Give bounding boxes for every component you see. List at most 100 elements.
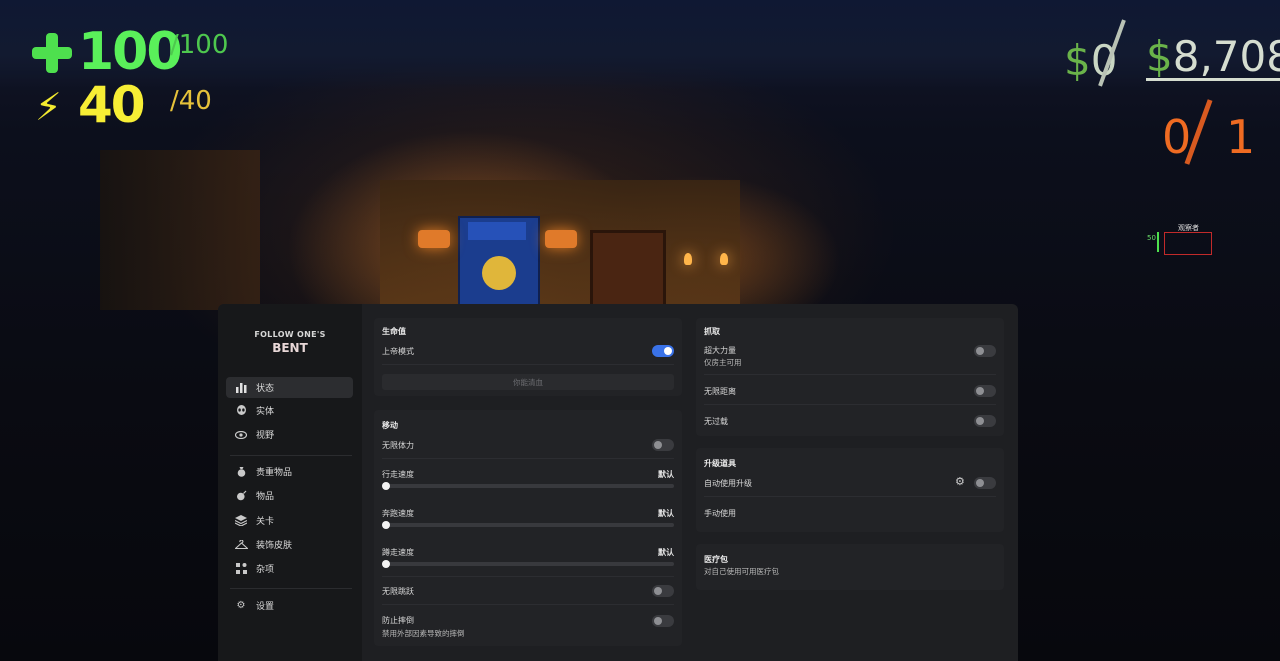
crouch-speed-label: 蹲走速度 xyxy=(382,548,414,557)
row-divider xyxy=(382,576,674,577)
stamina-bolt-icon: ⚡ xyxy=(35,85,62,129)
extraction-total: 1 xyxy=(1226,110,1256,164)
row-divider xyxy=(382,364,674,365)
super-strength-toggle[interactable] xyxy=(974,345,996,357)
lamp-left xyxy=(418,230,450,248)
sidebar-item-label: 装饰皮肤 xyxy=(256,541,293,551)
sidebar-divider xyxy=(230,455,352,456)
health-max: /100 xyxy=(170,30,229,60)
sprint-speed-value: 默认 xyxy=(658,509,674,518)
sprint-speed-label: 奔跑速度 xyxy=(382,509,414,518)
god-mode-toggle[interactable] xyxy=(652,345,674,357)
money-goal-value: 8,708 xyxy=(1172,32,1280,81)
infinite-stamina-label: 无限体力 xyxy=(382,441,414,450)
crouch-speed-slider-handle[interactable] xyxy=(382,560,390,568)
medkit-section[interactable]: 医疗包 对自己使用可用医疗包 xyxy=(696,544,1004,590)
sidebar-divider xyxy=(230,588,352,589)
row-divider xyxy=(704,404,996,405)
dollar-sign: $ xyxy=(1146,32,1173,81)
sidebar-item-misc[interactable]: 杂项 xyxy=(226,558,353,579)
manual-use-button[interactable]: 手动使用 xyxy=(704,508,736,519)
wall-sconce xyxy=(684,253,692,265)
stamina-max: /40 xyxy=(170,86,212,116)
arcade-screen xyxy=(468,222,526,240)
money-bag-icon xyxy=(234,465,248,479)
sidebar-item-label: 视野 xyxy=(256,431,275,441)
super-strength-description: 仅房主可用 xyxy=(704,358,742,367)
layers-icon xyxy=(234,514,248,528)
no-overload-label: 无过载 xyxy=(704,417,728,426)
sidebar-item-entities[interactable]: 实体 xyxy=(226,400,353,421)
row-divider xyxy=(704,374,996,375)
row-divider xyxy=(704,496,996,497)
walk-speed-slider-handle[interactable] xyxy=(382,482,390,490)
sidebar-item-skins[interactable]: 装饰皮肤 xyxy=(226,534,353,555)
brand: FOLLOW ONE'S BENT xyxy=(218,330,362,355)
sidebar-item-label: 物品 xyxy=(256,492,275,502)
super-strength-label: 超大力量 xyxy=(704,346,736,355)
heal-button[interactable]: 你能清血 xyxy=(382,374,674,390)
health-value: 100 xyxy=(78,22,183,82)
sidebar-item-valuables[interactable]: 贵重物品 xyxy=(226,461,353,482)
minimap-value: 50 xyxy=(1147,234,1156,242)
sidebar-item-settings[interactable]: ⚙ 设置 xyxy=(226,595,353,616)
medkit-description: 对自己使用可用医疗包 xyxy=(704,567,779,576)
no-knockdown-label: 防止摔倒 xyxy=(382,616,414,625)
god-mode-label: 上帝模式 xyxy=(382,347,414,356)
misc-icon xyxy=(234,562,248,576)
money-goal: $8,708 xyxy=(1146,36,1280,81)
lamp-right xyxy=(545,230,577,248)
brand-line2: BENT xyxy=(272,341,308,355)
crouch-speed-slider[interactable] xyxy=(382,562,674,566)
infinite-jump-toggle[interactable] xyxy=(652,585,674,597)
eye-icon xyxy=(234,428,248,442)
sidebar-item-status[interactable]: 状态 xyxy=(226,377,353,398)
section-title: 抓取 xyxy=(704,327,720,336)
grab-section: 抓取 超大力量 仅房主可用 无限距离 无过载 xyxy=(696,318,1004,436)
sprint-speed-slider[interactable] xyxy=(382,523,674,527)
no-overload-toggle[interactable] xyxy=(974,415,996,427)
infinite-stamina-toggle[interactable] xyxy=(652,439,674,451)
gear-icon: ⚙ xyxy=(236,600,246,611)
gear-icon[interactable]: ⚙ xyxy=(955,475,965,488)
no-knockdown-toggle[interactable] xyxy=(652,615,674,627)
infinite-range-label: 无限距离 xyxy=(704,387,736,396)
sidebar-item-label: 设置 xyxy=(256,602,275,612)
sidebar-item-label: 实体 xyxy=(256,407,275,417)
hanger-icon xyxy=(234,538,248,552)
health-plus-icon xyxy=(32,33,72,73)
walk-speed-slider[interactable] xyxy=(382,484,674,488)
arcade-machine xyxy=(458,216,540,308)
section-title: 生命值 xyxy=(382,327,406,336)
row-divider xyxy=(382,604,674,605)
crouch-speed-value: 默认 xyxy=(658,548,674,557)
wooden-door xyxy=(590,230,666,311)
row-divider xyxy=(382,458,674,459)
arcade-face-icon xyxy=(482,256,516,290)
menu-sidebar: FOLLOW ONE'S BENT 状态 实体 视野 贵重物品 物品 关卡 装饰… xyxy=(218,304,362,661)
dollar-sign: $ xyxy=(1064,36,1091,85)
brand-line1: FOLLOW ONE'S xyxy=(254,330,326,339)
cheat-menu-panel: FOLLOW ONE'S BENT 状态 实体 视野 贵重物品 物品 关卡 装饰… xyxy=(218,304,1018,661)
walk-speed-label: 行走速度 xyxy=(382,470,414,479)
infinite-jump-label: 无限跳跃 xyxy=(382,587,414,596)
auto-upgrade-toggle[interactable] xyxy=(974,477,996,489)
section-title: 医疗包 xyxy=(704,555,728,564)
sidebar-item-label: 贵重物品 xyxy=(256,468,293,478)
upgrade-section: 升级道具 自动使用升级 ⚙ 手动使用 xyxy=(696,448,1004,532)
sidebar-item-label: 关卡 xyxy=(256,517,275,527)
sidebar-item-vision[interactable]: 视野 xyxy=(226,424,353,445)
sprint-speed-slider-handle[interactable] xyxy=(382,521,390,529)
wall-sconce xyxy=(720,253,728,265)
stamina-value: 40 xyxy=(78,76,146,134)
health-section: 生命值 上帝模式 你能清血 xyxy=(374,318,682,396)
section-title: 升级道具 xyxy=(704,459,736,468)
infinite-range-toggle[interactable] xyxy=(974,385,996,397)
no-knockdown-description: 禁用外部因素导致的摔倒 xyxy=(382,629,465,638)
sidebar-item-levels[interactable]: 关卡 xyxy=(226,510,353,531)
sidebar-item-label: 状态 xyxy=(256,384,275,394)
sidebar-item-items[interactable]: 物品 xyxy=(226,485,353,506)
alien-icon xyxy=(234,404,248,418)
auto-upgrade-label: 自动使用升级 xyxy=(704,479,752,488)
bar-chart-icon xyxy=(234,381,248,395)
